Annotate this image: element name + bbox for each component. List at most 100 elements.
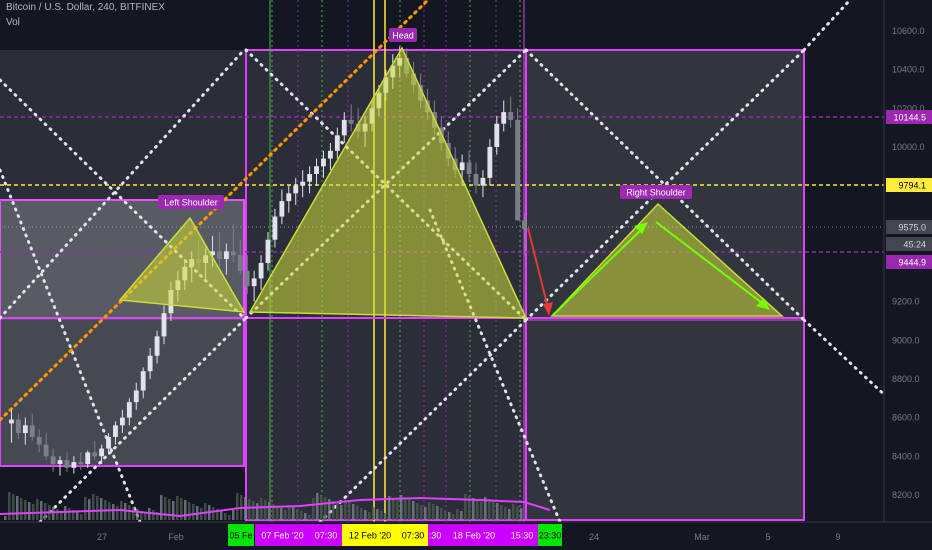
volume-bar: [296, 509, 299, 520]
volume-bar: [352, 504, 355, 520]
volume-bar: [508, 509, 511, 520]
candle-body: [494, 123, 500, 147]
candle-body: [314, 166, 319, 174]
price-tag: 10144.5: [893, 113, 926, 123]
volume-bar: [380, 511, 383, 520]
candle-body: [459, 162, 465, 171]
volume-bar: [64, 506, 67, 520]
volume-bar: [392, 498, 395, 520]
volume-bar: [376, 509, 379, 520]
volume-bar: [128, 505, 131, 520]
volume-bar: [316, 493, 319, 520]
volume-bar: [360, 508, 363, 520]
time-tag: 07:30: [315, 531, 338, 541]
volume-bar: [312, 498, 315, 520]
volume-bar: [492, 501, 495, 520]
volume-bar: [344, 500, 347, 520]
volume-bar: [304, 513, 307, 520]
price-tag: 9575.0: [898, 223, 926, 233]
volume-bar: [452, 514, 455, 520]
volume-bar: [80, 514, 83, 520]
volume-bar: [276, 506, 279, 520]
candle-body: [217, 251, 222, 260]
time-tag: 23:30: [539, 531, 562, 541]
time-tick: 27: [97, 532, 107, 542]
volume-bar: [460, 511, 463, 520]
volume-bar: [432, 504, 435, 520]
volume-bar: [324, 497, 327, 520]
candle-body: [99, 448, 105, 457]
volume-bar: [424, 507, 427, 520]
candle-body: [43, 444, 49, 457]
price-chart[interactable]: Head Left Shoulder Right Shoulder 10600.…: [0, 0, 932, 550]
volume-bar: [332, 501, 335, 520]
price-tick: 10600.0: [892, 26, 925, 36]
volume-bar: [404, 497, 407, 520]
price-tick: 10000.0: [892, 142, 925, 152]
price-tick: 8400.0: [892, 451, 920, 461]
volume-bar: [168, 499, 171, 520]
volume-bar: [416, 503, 419, 520]
candle-body: [501, 112, 507, 124]
candle-body: [327, 150, 333, 159]
volume-bar: [236, 493, 239, 520]
right-shoulder-label: Right Shoulder: [626, 188, 686, 198]
volume-bar: [24, 500, 27, 520]
volume-bar: [464, 494, 467, 520]
candle-body: [334, 135, 340, 151]
candle-body: [258, 262, 264, 279]
candle-body: [50, 456, 56, 464]
volume-bar: [440, 508, 443, 520]
time-tag: 12 Feb '20: [349, 531, 391, 541]
volume-indicator-label[interactable]: Vol: [6, 17, 20, 28]
volume-bar: [512, 504, 515, 520]
volume-bar: [100, 498, 103, 520]
volume-bar: [520, 508, 523, 520]
candle-body: [515, 119, 521, 221]
volume-bar: [52, 507, 55, 520]
volume-bar: [256, 503, 259, 520]
volume-bar: [504, 507, 507, 520]
volume-bar: [356, 506, 359, 520]
volume-bar: [308, 515, 311, 520]
volume-bar: [212, 507, 215, 520]
volume-bar: [384, 513, 387, 520]
volume-bar: [4, 516, 7, 520]
volume-bar: [448, 512, 451, 520]
volume-bar: [152, 510, 155, 520]
volume-bar: [364, 510, 367, 520]
candle-body: [64, 460, 70, 468]
candle-body: [341, 119, 347, 136]
candle-body: [293, 185, 299, 194]
volume-bar: [192, 504, 195, 520]
volume-bar: [260, 498, 263, 520]
candle-body: [9, 419, 14, 424]
volume-bar: [336, 503, 339, 520]
candle-body: [29, 425, 35, 437]
volume-bar: [516, 506, 519, 520]
candle-body: [466, 162, 472, 174]
volume-bar: [16, 496, 19, 520]
candle-body: [307, 174, 313, 182]
price-tag: 9794.1: [898, 181, 926, 191]
volume-bar: [8, 492, 11, 520]
volume-bar: [248, 499, 251, 520]
price-tick: 10400.0: [892, 65, 925, 75]
volume-bar: [92, 494, 95, 520]
volume-bar: [20, 498, 23, 520]
price-tag: 45:24: [903, 240, 926, 250]
volume-bar: [56, 509, 59, 520]
head-label: Head: [392, 31, 414, 41]
time-tick: Feb: [168, 532, 184, 542]
candle-body: [508, 112, 514, 120]
volume-bar: [228, 515, 231, 520]
candle-body: [286, 193, 292, 202]
volume-bar: [232, 510, 235, 520]
volume-bar: [268, 502, 271, 520]
volume-bar: [476, 500, 479, 520]
volume-bar: [252, 501, 255, 520]
time-tag: 07 Feb '20: [261, 531, 303, 541]
volume-bar: [444, 510, 447, 520]
left-shoulder-label: Left Shoulder: [164, 198, 218, 208]
time-tag: :30: [429, 531, 442, 541]
